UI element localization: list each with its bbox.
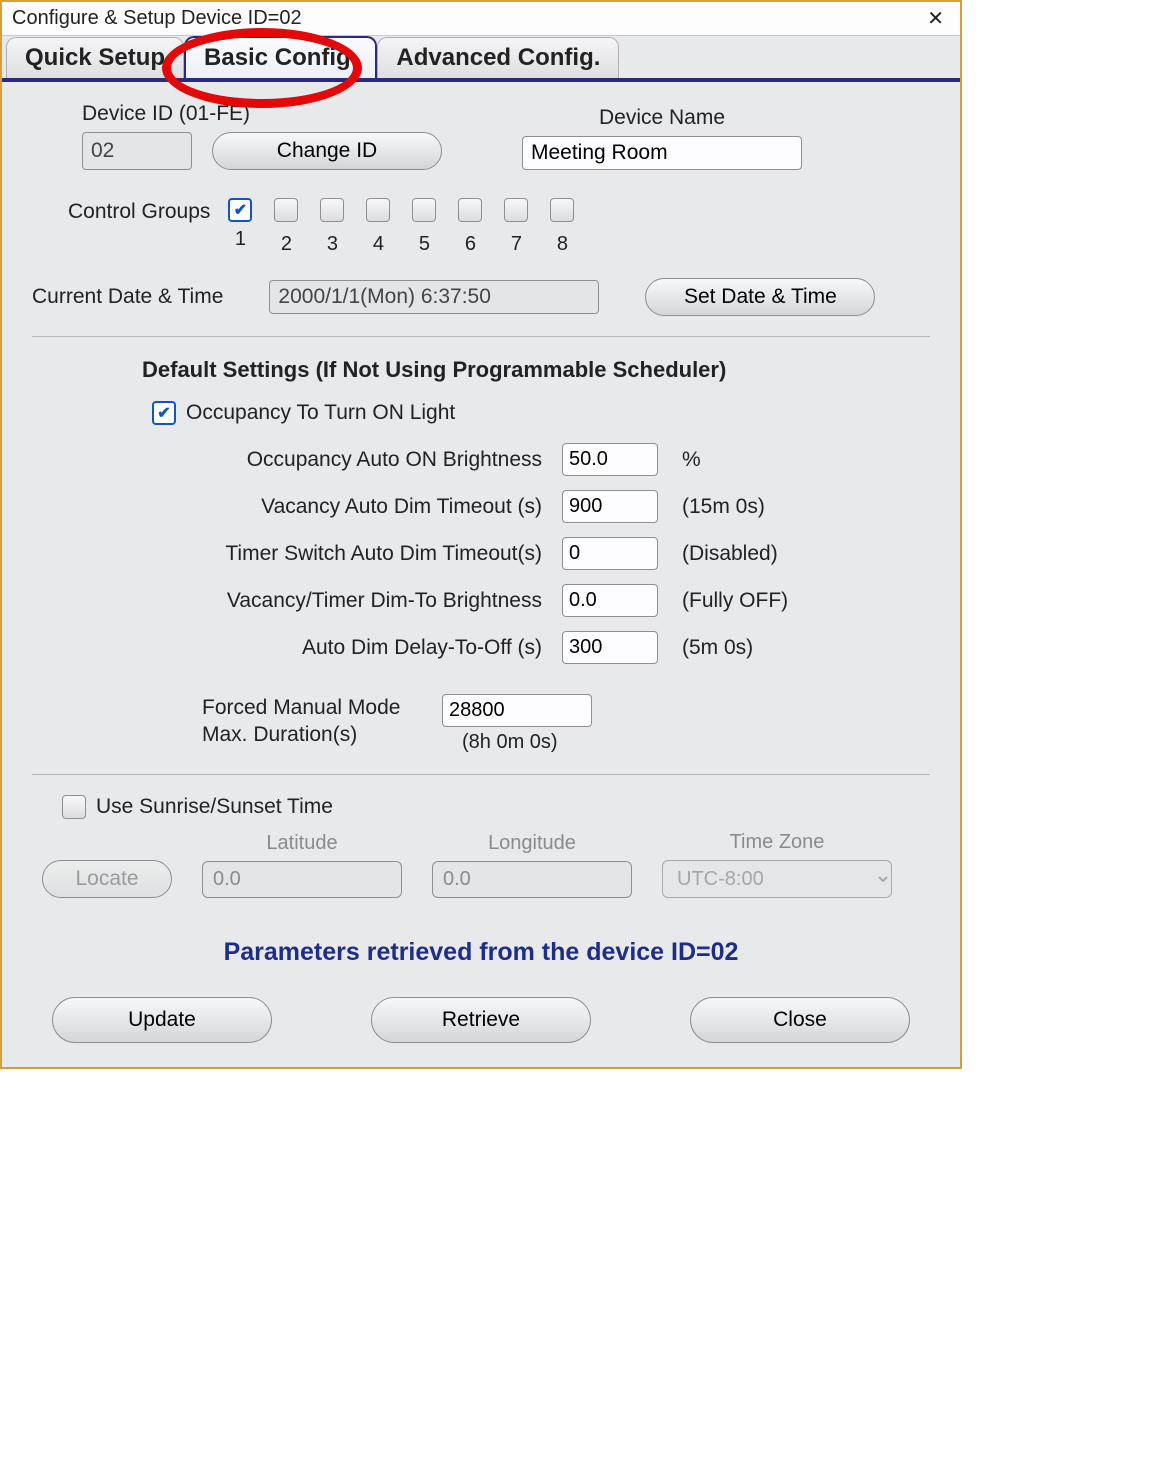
status-message: Parameters retrieved from the device ID=… <box>32 938 930 967</box>
setting-field-0[interactable] <box>562 443 658 476</box>
occupancy-on-label: Occupancy To Turn ON Light <box>186 401 455 425</box>
setting-suffix: % <box>682 448 832 472</box>
tab-advanced-config[interactable]: Advanced Config. <box>377 37 619 78</box>
window-title: Configure & Setup Device ID=02 <box>12 7 302 30</box>
forced-label-1: Forced Manual Mode <box>202 694 422 721</box>
tab-basic-config[interactable]: Basic Config. <box>184 36 377 78</box>
control-group-checkbox-8[interactable] <box>550 198 574 222</box>
setting-field-1[interactable] <box>562 490 658 523</box>
setting-suffix: (15m 0s) <box>682 495 832 519</box>
setting-label: Vacancy/Timer Dim-To Brightness <box>152 589 542 613</box>
setting-suffix: (5m 0s) <box>682 636 832 660</box>
titlebar: Configure & Setup Device ID=02 ✕ <box>2 2 960 36</box>
longitude-field[interactable] <box>432 861 632 898</box>
tab-quick-setup[interactable]: Quick Setup <box>6 37 184 78</box>
defaults-grid: Occupancy Auto ON Brightness% Vacancy Aut… <box>152 443 930 664</box>
retrieve-button[interactable]: Retrieve <box>371 997 591 1043</box>
control-group-number: 4 <box>366 233 390 256</box>
tabs: Quick Setup Basic Config. Advanced Confi… <box>2 36 960 82</box>
setting-suffix: (Disabled) <box>682 542 832 566</box>
timezone-select[interactable]: UTC-8:00 <box>662 860 892 898</box>
config-window: Configure & Setup Device ID=02 ✕ Quick S… <box>0 0 962 1069</box>
datetime-label: Current Date & Time <box>32 285 223 309</box>
setting-field-4[interactable] <box>562 631 658 664</box>
forced-duration-field[interactable] <box>442 694 592 727</box>
defaults-title: Default Settings (If Not Using Programma… <box>142 357 930 383</box>
device-id-label: Device ID (01-FE) <box>82 102 442 126</box>
control-group-number: 7 <box>504 233 528 256</box>
setting-field-3[interactable] <box>562 584 658 617</box>
control-group-checkbox-2[interactable] <box>274 198 298 222</box>
control-group-checkbox-7[interactable] <box>504 198 528 222</box>
control-group-number: 1 <box>228 228 252 251</box>
control-group-number: 2 <box>274 233 298 256</box>
device-name-field[interactable] <box>522 136 802 170</box>
latitude-label: Latitude <box>266 832 337 855</box>
close-icon[interactable]: ✕ <box>921 6 950 31</box>
use-sunrise-label: Use Sunrise/Sunset Time <box>96 795 333 819</box>
forced-label-2: Max. Duration(s) <box>202 721 422 748</box>
use-sunrise-checkbox[interactable] <box>62 795 86 819</box>
setting-label: Timer Switch Auto Dim Timeout(s) <box>152 542 542 566</box>
control-group-number: 5 <box>412 233 436 256</box>
device-name-label: Device Name <box>522 106 802 130</box>
control-group-number: 8 <box>550 233 574 256</box>
datetime-field <box>269 280 599 314</box>
setting-label: Occupancy Auto ON Brightness <box>152 448 542 472</box>
setting-label: Vacancy Auto Dim Timeout (s) <box>152 495 542 519</box>
change-id-button[interactable]: Change ID <box>212 132 442 170</box>
latitude-field[interactable] <box>202 861 402 898</box>
setting-field-2[interactable] <box>562 537 658 570</box>
control-groups-label: Control Groups <box>68 198 210 224</box>
update-button[interactable]: Update <box>52 997 272 1043</box>
close-button[interactable]: Close <box>690 997 910 1043</box>
control-group-checkbox-1[interactable]: ✔ <box>228 198 252 222</box>
control-group-checkbox-4[interactable] <box>366 198 390 222</box>
set-datetime-button[interactable]: Set Date & Time <box>645 278 875 316</box>
control-group-checkbox-6[interactable] <box>458 198 482 222</box>
control-groups-list: ✔ 12345678 <box>228 198 574 256</box>
locate-button[interactable]: Locate <box>42 860 172 898</box>
timezone-label: Time Zone <box>730 831 825 854</box>
control-group-checkbox-3[interactable] <box>320 198 344 222</box>
forced-duration-hint: (8h 0m 0s) <box>462 731 592 754</box>
longitude-label: Longitude <box>488 832 576 855</box>
control-group-number: 6 <box>458 233 482 256</box>
control-group-checkbox-5[interactable] <box>412 198 436 222</box>
setting-suffix: (Fully OFF) <box>682 589 832 613</box>
device-id-field <box>82 132 192 170</box>
occupancy-on-checkbox[interactable]: ✔ <box>152 401 176 425</box>
control-group-number: 3 <box>320 233 344 256</box>
setting-label: Auto Dim Delay-To-Off (s) <box>152 636 542 660</box>
